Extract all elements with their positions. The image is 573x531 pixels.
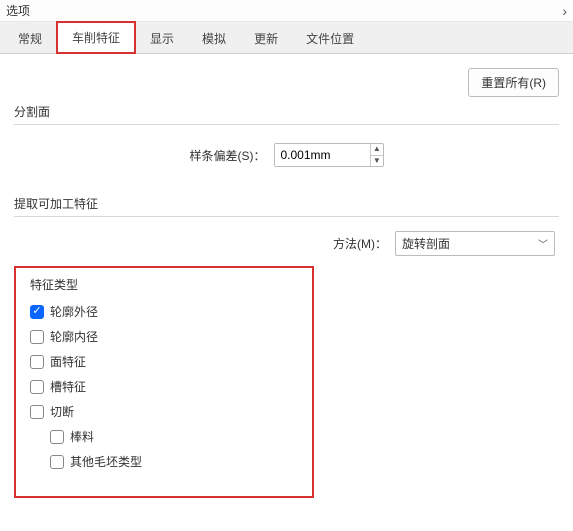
checkbox-row-groove-feature[interactable]: 槽特征 <box>30 378 298 395</box>
tab-label: 车削特征 <box>72 31 120 45</box>
tab-label: 显示 <box>150 32 174 46</box>
checkbox-row-face-feature[interactable]: 面特征 <box>30 353 298 370</box>
feature-type-title: 特征类型 <box>30 276 298 293</box>
method-label: 方法(M)： <box>333 235 387 252</box>
tab-simulation[interactable]: 模拟 <box>188 24 240 53</box>
checkbox-icon[interactable] <box>50 430 64 444</box>
section-extract-features: 提取可加工特征 方法(M)： 旋转剖面 ﹀ 特征类型 ✓ 轮廓外径 轮廓内径 面… <box>14 195 559 498</box>
spin-up-icon[interactable]: ▲ <box>371 144 382 156</box>
button-label: 重置所有(R) <box>481 76 546 90</box>
checkbox-row-cutoff[interactable]: 切断 <box>30 403 298 420</box>
method-select[interactable]: 旋转剖面 ﹀ <box>395 231 555 256</box>
divider <box>14 216 559 217</box>
tab-turning-feature[interactable]: 车削特征 <box>56 21 136 54</box>
section-split-plane: 分割面 样条偏差(S)： ▲ ▼ <box>14 103 559 167</box>
title-bar: 选项 › <box>0 0 573 22</box>
reset-row: 重置所有(R) <box>14 68 559 97</box>
spinner: ▲ ▼ <box>370 144 382 166</box>
tab-label: 文件位置 <box>306 32 354 46</box>
tab-update[interactable]: 更新 <box>240 24 292 53</box>
checkbox-label: 槽特征 <box>50 378 86 395</box>
tab-label: 更新 <box>254 32 278 46</box>
checkbox-label: 切断 <box>50 403 74 420</box>
section-title: 分割面 <box>14 103 559 120</box>
spline-label: 样条偏差(S)： <box>190 147 266 164</box>
checkbox-icon[interactable] <box>50 455 64 469</box>
checkbox-label: 面特征 <box>50 353 86 370</box>
reset-all-button[interactable]: 重置所有(R) <box>468 68 559 97</box>
spin-down-icon[interactable]: ▼ <box>371 156 382 167</box>
window-title: 选项 <box>6 2 562 19</box>
checkbox-label: 轮廓外径 <box>50 303 98 320</box>
tab-label: 常规 <box>18 32 42 46</box>
method-select-value: 旋转剖面 <box>402 235 450 252</box>
checkbox-row-outer-profile[interactable]: ✓ 轮廓外径 <box>30 303 298 320</box>
spline-deviation-input[interactable]: ▲ ▼ <box>274 143 384 167</box>
checkbox-icon[interactable]: ✓ <box>30 305 44 319</box>
checkbox-label: 其他毛坯类型 <box>70 453 142 470</box>
checkbox-row-other-blank[interactable]: 其他毛坯类型 <box>50 453 298 470</box>
tab-display[interactable]: 显示 <box>136 24 188 53</box>
tab-general[interactable]: 常规 <box>4 24 56 53</box>
tab-file-location[interactable]: 文件位置 <box>292 24 368 53</box>
checkbox-label: 棒料 <box>70 428 94 445</box>
spline-deviation-field[interactable] <box>275 144 371 166</box>
checkbox-icon[interactable] <box>30 355 44 369</box>
checkbox-icon[interactable] <box>30 330 44 344</box>
checkbox-row-inner-profile[interactable]: 轮廓内径 <box>30 328 298 345</box>
section-title: 提取可加工特征 <box>14 195 559 212</box>
checkbox-row-bar-stock[interactable]: 棒料 <box>50 428 298 445</box>
divider <box>14 124 559 125</box>
chevron-right-icon[interactable]: › <box>562 3 567 19</box>
content-area: 重置所有(R) 分割面 样条偏差(S)： ▲ ▼ 提取可加工特征 方法(M)： … <box>0 54 573 498</box>
feature-type-group: 特征类型 ✓ 轮廓外径 轮廓内径 面特征 槽特征 切断 <box>14 266 314 498</box>
checkbox-icon[interactable] <box>30 380 44 394</box>
checkbox-icon[interactable] <box>30 405 44 419</box>
tab-label: 模拟 <box>202 32 226 46</box>
chevron-down-icon: ﹀ <box>538 236 548 251</box>
checkbox-label: 轮廓内径 <box>50 328 98 345</box>
spline-row: 样条偏差(S)： ▲ ▼ <box>14 143 559 167</box>
tab-bar: 常规 车削特征 显示 模拟 更新 文件位置 <box>0 22 573 54</box>
method-row: 方法(M)： 旋转剖面 ﹀ <box>14 231 559 256</box>
